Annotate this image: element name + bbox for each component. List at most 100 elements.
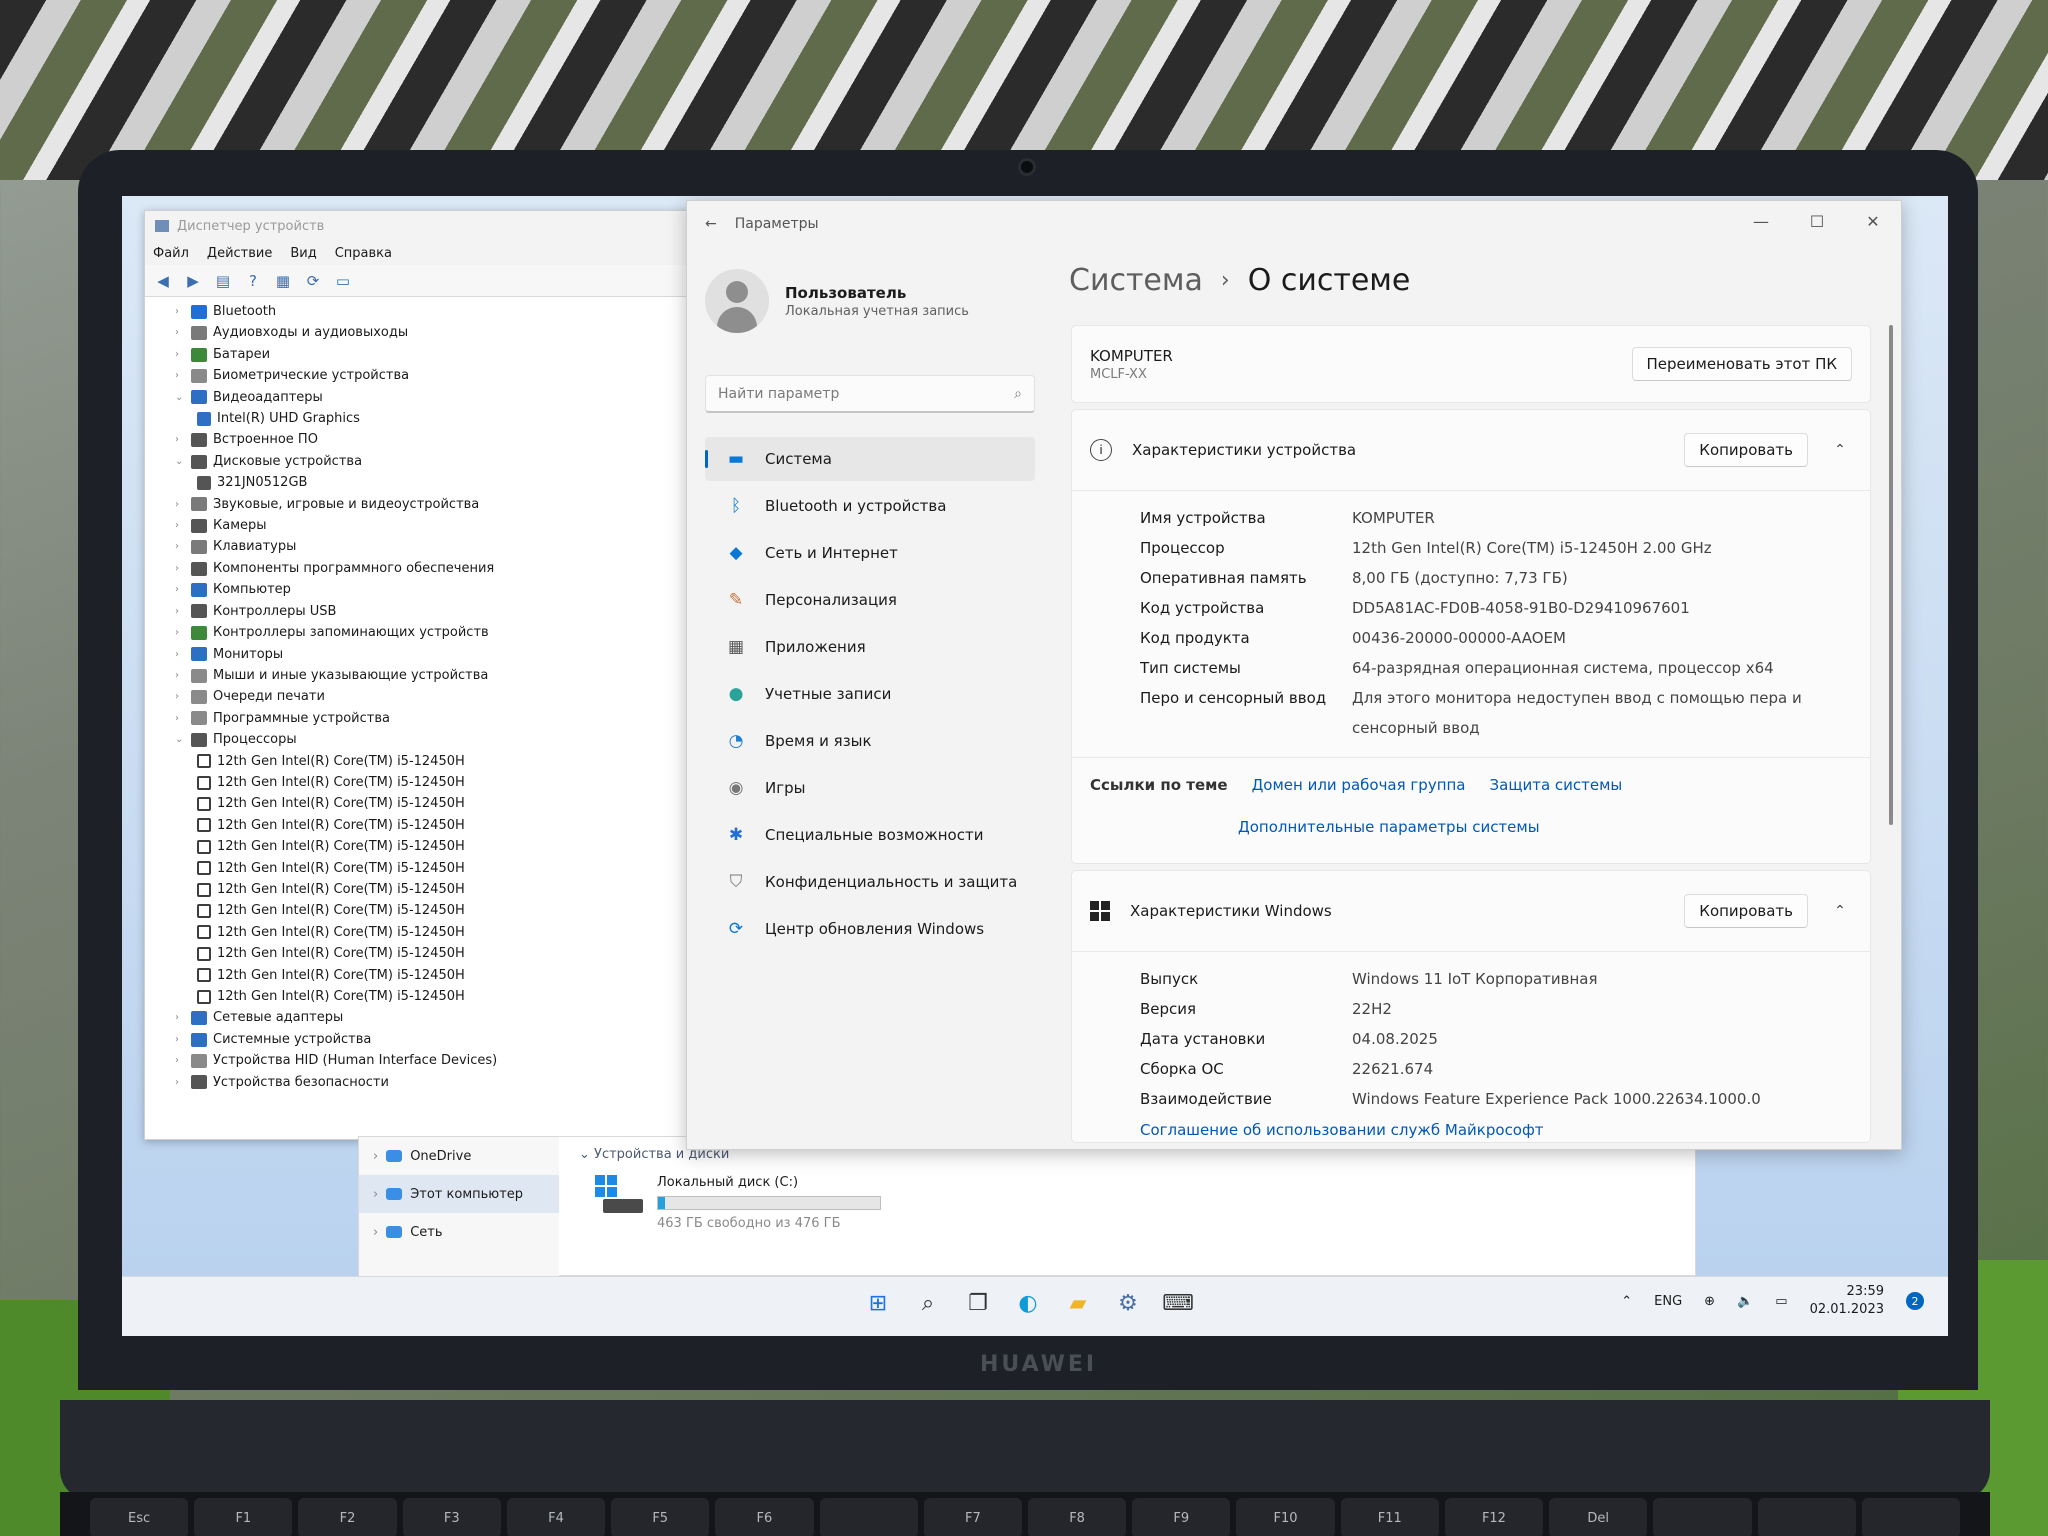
rename-pc-button[interactable]: Переименовать этот ПК bbox=[1631, 347, 1852, 381]
chevron-icon[interactable]: › bbox=[175, 686, 185, 707]
tree-item[interactable]: › Сетевые адаптеры bbox=[175, 1007, 703, 1028]
clock[interactable]: 23:59 02.01.2023 bbox=[1810, 1283, 1884, 1319]
tree-item[interactable]: › Мониторы bbox=[175, 644, 703, 665]
chevron-icon[interactable]: › bbox=[175, 301, 185, 322]
settings-search-input[interactable]: Найти параметр ⌕ bbox=[705, 375, 1035, 413]
nav-item[interactable]: ▦ Приложения bbox=[705, 625, 1035, 669]
notification-badge[interactable]: 2 bbox=[1906, 1292, 1924, 1310]
back-arrow-icon[interactable]: ← bbox=[705, 216, 717, 232]
chevron-icon[interactable]: › bbox=[175, 708, 185, 729]
chevron-up-icon[interactable]: ⌃ bbox=[1828, 903, 1852, 919]
chevron-icon[interactable]: › bbox=[175, 665, 185, 686]
nav-item[interactable]: › OneDrive bbox=[359, 1137, 559, 1175]
nav-item[interactable]: ◆ Сеть и Интернет bbox=[705, 531, 1035, 575]
chevron-icon[interactable]: › bbox=[175, 1072, 185, 1093]
nav-item[interactable]: ᛒ Bluetooth и устройства bbox=[705, 484, 1035, 528]
tree-item[interactable]: 12th Gen Intel(R) Core(TM) i5-12450H bbox=[175, 922, 703, 943]
device-manager-icon[interactable]: ⌨ bbox=[1162, 1287, 1194, 1319]
tree-item[interactable]: 12th Gen Intel(R) Core(TM) i5-12450H bbox=[175, 751, 703, 772]
chevron-icon[interactable]: › bbox=[175, 579, 185, 600]
minimize-icon[interactable]: — bbox=[1733, 201, 1789, 241]
tree-item[interactable]: › Устройства безопасности bbox=[175, 1072, 703, 1093]
chevron-icon[interactable]: ⌄ bbox=[175, 451, 185, 472]
volume-icon[interactable]: 🔈 bbox=[1737, 1294, 1753, 1309]
maximize-icon[interactable]: ☐ bbox=[1789, 201, 1845, 241]
tree-item[interactable]: 12th Gen Intel(R) Core(TM) i5-12450H bbox=[175, 815, 703, 836]
tree-item[interactable]: › Bluetooth bbox=[175, 301, 703, 322]
nav-item[interactable]: ✎ Персонализация bbox=[705, 578, 1035, 622]
nav-item[interactable]: ▬ Система bbox=[705, 437, 1035, 481]
tree-item[interactable]: › Системные устройства bbox=[175, 1029, 703, 1050]
chevron-icon[interactable]: › bbox=[175, 494, 185, 515]
copy-device-specs-button[interactable]: Копировать bbox=[1684, 433, 1808, 467]
network-icon[interactable]: ⊕ bbox=[1704, 1294, 1715, 1309]
chevron-icon[interactable]: › bbox=[175, 622, 185, 643]
chevron-icon[interactable]: › bbox=[175, 515, 185, 536]
user-profile[interactable]: Пользователь Локальная учетная запись bbox=[705, 269, 969, 333]
scan-hardware-icon[interactable]: ⟳ bbox=[303, 271, 323, 291]
chevron-right-icon[interactable]: › bbox=[373, 1187, 378, 1202]
advanced-system-settings-link[interactable]: Дополнительные параметры системы bbox=[1238, 818, 1540, 836]
tree-item[interactable]: › Очереди печати bbox=[175, 686, 703, 707]
drive-c[interactable]: Локальный диск (C:) 463 ГБ свободно из 4… bbox=[595, 1175, 881, 1231]
chevron-icon[interactable]: › bbox=[175, 344, 185, 365]
tree-item[interactable]: › Батареи bbox=[175, 344, 703, 365]
battery-icon[interactable]: ▭ bbox=[1775, 1294, 1787, 1309]
help-icon[interactable]: ? bbox=[243, 271, 263, 291]
chevron-right-icon[interactable]: › bbox=[373, 1149, 378, 1164]
edge-icon[interactable]: ◐ bbox=[1012, 1287, 1044, 1319]
tree-item[interactable]: › Звуковые, игровые и видеоустройства bbox=[175, 494, 703, 515]
windows-start-icon[interactable]: ⊞ bbox=[862, 1287, 894, 1319]
nav-item[interactable]: ● Учетные записи bbox=[705, 672, 1035, 716]
settings-gear-icon[interactable]: ⚙ bbox=[1112, 1287, 1144, 1319]
tree-item[interactable]: 321JN0512GB bbox=[175, 472, 703, 493]
nav-item[interactable]: › Сеть bbox=[359, 1213, 559, 1251]
language-indicator[interactable]: ENG bbox=[1654, 1294, 1682, 1309]
chevron-icon[interactable]: › bbox=[175, 1029, 185, 1050]
monitor-icon[interactable]: ▭ bbox=[333, 271, 353, 291]
tree-item[interactable]: › Программные устройства bbox=[175, 708, 703, 729]
forward-icon[interactable]: ▶ bbox=[183, 271, 203, 291]
chevron-icon[interactable]: › bbox=[175, 1007, 185, 1028]
breadcrumb-parent[interactable]: Система bbox=[1069, 263, 1203, 298]
nav-item[interactable]: ◔ Время и язык bbox=[705, 719, 1035, 763]
scrollbar[interactable] bbox=[1889, 325, 1893, 825]
menu-item[interactable]: Файл bbox=[153, 246, 189, 261]
chevron-icon[interactable]: ⌄ bbox=[175, 387, 185, 408]
tree-item[interactable]: › Контроллеры USB bbox=[175, 601, 703, 622]
nav-item[interactable]: ◉ Игры bbox=[705, 766, 1035, 810]
microsoft-services-agreement-link[interactable]: Соглашение об использовании служб Майкро… bbox=[1140, 1121, 1544, 1139]
tree-item[interactable]: › Аудиовходы и аудиовыходы bbox=[175, 322, 703, 343]
chevron-icon[interactable]: › bbox=[175, 322, 185, 343]
chevron-icon[interactable]: › bbox=[175, 429, 185, 450]
tree-item[interactable]: › Клавиатуры bbox=[175, 536, 703, 557]
chevron-up-icon[interactable]: ⌃ bbox=[1621, 1294, 1632, 1309]
tree-item[interactable]: 12th Gen Intel(R) Core(TM) i5-12450H bbox=[175, 772, 703, 793]
tree-item[interactable]: Intel(R) UHD Graphics bbox=[175, 408, 703, 429]
tree-item[interactable]: ⌄ Дисковые устройства bbox=[175, 451, 703, 472]
domain-workgroup-link[interactable]: Домен или рабочая группа bbox=[1252, 776, 1466, 794]
tree-item[interactable]: ⌄ Процессоры bbox=[175, 729, 703, 750]
tree-item[interactable]: › Компоненты программного обеспечения bbox=[175, 558, 703, 579]
tree-item[interactable]: › Компьютер bbox=[175, 579, 703, 600]
chevron-icon[interactable]: › bbox=[175, 365, 185, 386]
chevron-right-icon[interactable]: › bbox=[373, 1225, 378, 1240]
menu-item[interactable]: Справка bbox=[335, 246, 392, 261]
tree-item[interactable]: 12th Gen Intel(R) Core(TM) i5-12450H bbox=[175, 836, 703, 857]
chevron-icon[interactable]: › bbox=[175, 558, 185, 579]
device-manager-titlebar[interactable]: Диспетчер устройств bbox=[145, 211, 703, 241]
tree-item[interactable]: › Мыши и иные указывающие устройства bbox=[175, 665, 703, 686]
chevron-up-icon[interactable]: ⌃ bbox=[1828, 442, 1852, 458]
tree-item[interactable]: › Встроенное ПО bbox=[175, 429, 703, 450]
tree-item[interactable]: 12th Gen Intel(R) Core(TM) i5-12450H bbox=[175, 793, 703, 814]
menu-item[interactable]: Вид bbox=[290, 246, 316, 261]
nav-item[interactable]: ✱ Специальные возможности bbox=[705, 813, 1035, 857]
tree-item[interactable]: 12th Gen Intel(R) Core(TM) i5-12450H bbox=[175, 858, 703, 879]
nav-item[interactable]: › Этот компьютер bbox=[359, 1175, 559, 1213]
tree-item[interactable]: › Биометрические устройства bbox=[175, 365, 703, 386]
tree-item[interactable]: 12th Gen Intel(R) Core(TM) i5-12450H bbox=[175, 986, 703, 1007]
chevron-icon[interactable]: › bbox=[175, 536, 185, 557]
properties-icon[interactable]: ▤ bbox=[213, 271, 233, 291]
chevron-icon[interactable]: › bbox=[175, 644, 185, 665]
back-icon[interactable]: ◀ bbox=[153, 271, 173, 291]
